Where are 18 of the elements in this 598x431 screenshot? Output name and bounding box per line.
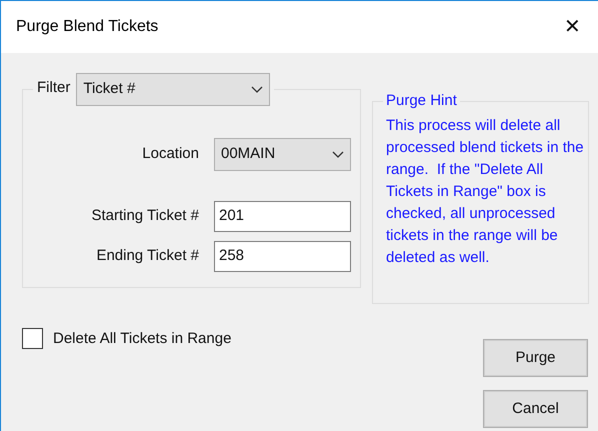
filter-dropdown[interactable]: Ticket #: [76, 73, 270, 106]
window-title: Purge Blend Tickets: [16, 17, 158, 37]
location-dropdown[interactable]: 00MAIN: [214, 138, 351, 171]
text-field[interactable]: 258: [214, 241, 351, 272]
field-label: Location: [142, 144, 199, 164]
chevron-down-icon: [332, 151, 344, 158]
filter-label: Filter: [37, 78, 70, 98]
hint-text: This process will delete all processed blend tickets in the range. If the "Delete All Tickets in Range" box is checked, all unprocessed tickets in the range will be deleted as well.: [385, 116, 585, 268]
dialog-button[interactable]: Purge: [483, 339, 588, 377]
checkbox[interactable]: [22, 328, 43, 349]
close-button[interactable]: ✕: [564, 17, 581, 37]
field-label: Ending Ticket #: [96, 246, 199, 266]
dialog-button[interactable]: Cancel: [483, 390, 588, 428]
chevron-down-icon: [251, 86, 264, 93]
text-field[interactable]: 201: [214, 201, 351, 232]
checkbox-label[interactable]: Delete All Tickets in Range: [53, 328, 232, 350]
hint-title: Purge Hint: [386, 92, 457, 109]
field-label: Starting Ticket #: [91, 206, 199, 226]
